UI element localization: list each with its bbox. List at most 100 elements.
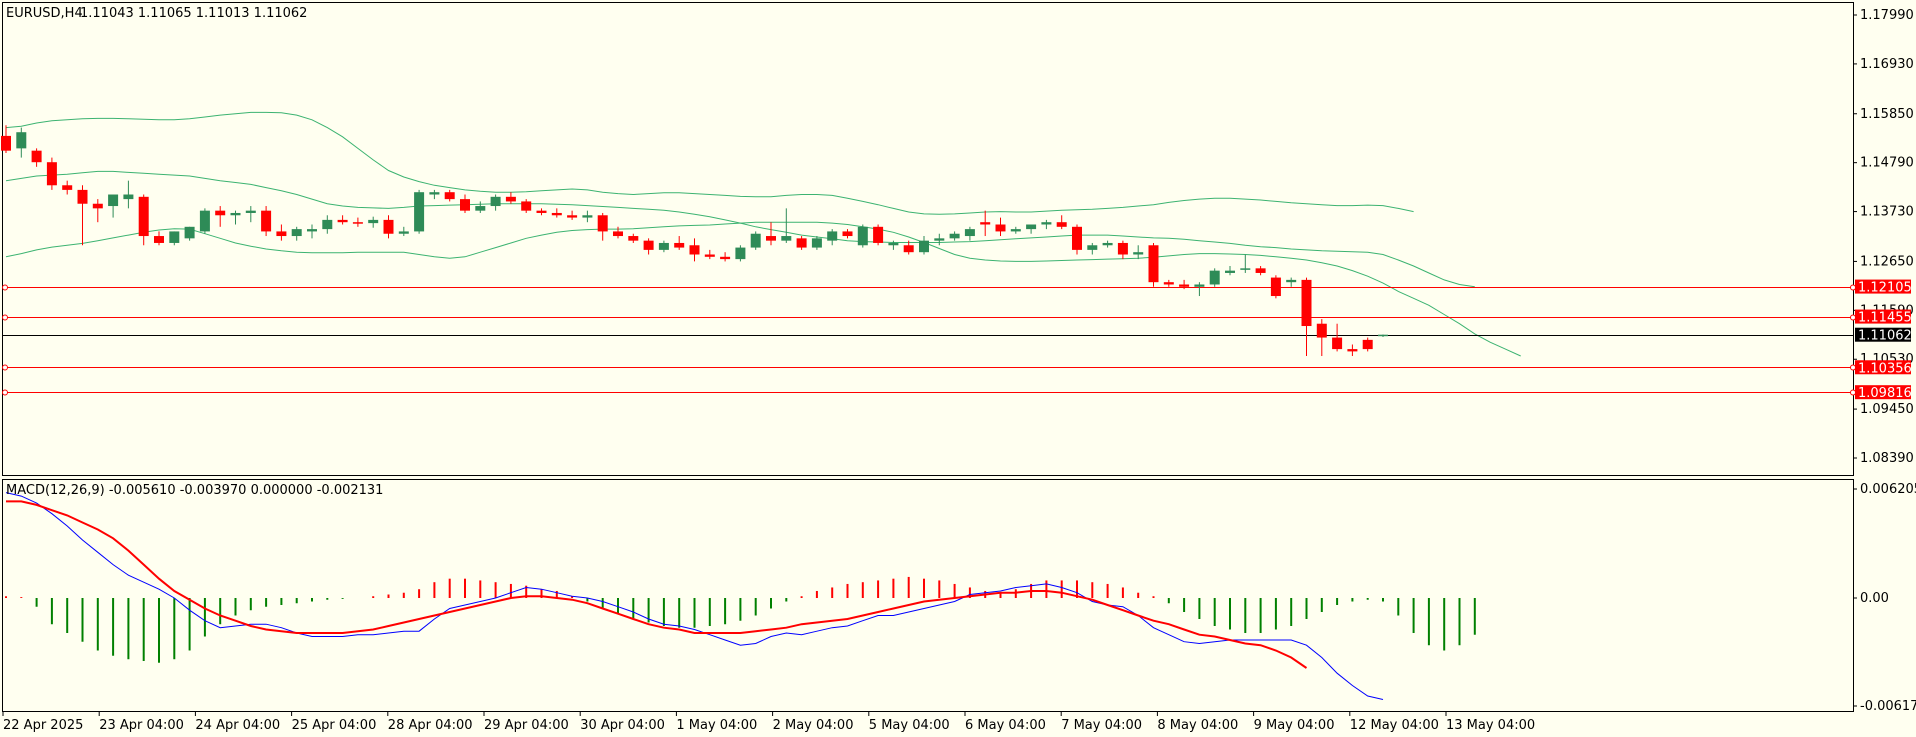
- candle: [827, 229, 838, 246]
- candle: [62, 180, 73, 195]
- candle: [1225, 266, 1235, 276]
- candle: [77, 185, 88, 246]
- level-handle-right-0[interactable]: [1850, 284, 1856, 291]
- candle: [1362, 337, 1373, 352]
- time-tick-label: 29 Apr 04:00: [484, 718, 569, 733]
- level-handle-right-2[interactable]: [1850, 364, 1856, 371]
- level-handle-left-3[interactable]: [2, 389, 8, 396]
- time-tick-label: 8 May 04:00: [1157, 718, 1238, 733]
- level-handle-left-1[interactable]: [2, 314, 8, 321]
- candle: [1056, 215, 1067, 230]
- candle: [383, 215, 394, 239]
- candle: [995, 217, 1006, 237]
- candle: [919, 236, 929, 255]
- candle: [1286, 277, 1297, 287]
- candle: [551, 208, 562, 218]
- candle: [1332, 323, 1343, 352]
- candle: [796, 236, 807, 250]
- price-tick-label: 1.09450: [1860, 402, 1914, 417]
- candle: [720, 252, 731, 262]
- candle: [444, 189, 455, 202]
- candle: [46, 157, 57, 190]
- candle: [1026, 224, 1037, 234]
- time-tick-label: 7 May 04:00: [1061, 718, 1142, 733]
- candle: [1347, 344, 1358, 357]
- candle: [582, 210, 593, 223]
- macd-tick-label: 0.00: [1860, 591, 1889, 606]
- candle: [949, 231, 960, 241]
- horizontal-levels[interactable]: [2, 284, 1856, 396]
- candle: [307, 224, 317, 239]
- time-tick-label: 5 May 04:00: [869, 718, 950, 733]
- macd-tick-label: -0.006173: [1860, 699, 1916, 714]
- candle: [16, 127, 27, 158]
- level-handle-left-2[interactable]: [2, 364, 8, 371]
- candle: [123, 180, 134, 209]
- candle: [750, 231, 761, 250]
- time-tick-label: 22 Apr 2025: [3, 718, 83, 733]
- time-axis: 22 Apr 2025 23 Apr 04:00 24 Apr 04:00 25 Ap…: [2, 711, 1535, 733]
- price-label-text: 1.09816: [1858, 386, 1912, 401]
- candle: [674, 236, 685, 250]
- price-tick-label: 1.16930: [1860, 57, 1914, 72]
- candle: [429, 189, 440, 200]
- candle: [1072, 224, 1082, 255]
- price-tick-label: 1.15850: [1860, 107, 1914, 122]
- candle: [658, 240, 669, 253]
- price-label-tag: 1.11062: [1855, 327, 1912, 344]
- candle: [291, 226, 302, 241]
- macd-axis: 0.006205 0.00 -0.006173: [1853, 482, 1916, 714]
- level-handle-left-0[interactable]: [2, 284, 8, 291]
- candle: [230, 210, 241, 225]
- candle: [842, 229, 853, 239]
- time-tick-label: 13 May 04:00: [1446, 718, 1535, 733]
- candle: [567, 210, 578, 220]
- candle: [766, 222, 776, 246]
- candle: [92, 199, 103, 223]
- candle: [1270, 275, 1281, 299]
- candle: [337, 215, 348, 225]
- candle: [31, 148, 42, 167]
- time-tick-label: 23 Apr 04:00: [99, 718, 184, 733]
- macd-lines: [5, 492, 1384, 700]
- candle: [1240, 254, 1251, 273]
- level-handle-right-1[interactable]: [1850, 314, 1856, 321]
- time-tick-label: 24 Apr 04:00: [195, 718, 280, 733]
- candle: [811, 236, 822, 250]
- chart-canvas[interactable]: 1.17990 1.16930 1.15850 1.14790 1.13730 1.126…: [0, 0, 1916, 737]
- candle: [597, 212, 608, 241]
- candle: [857, 224, 868, 248]
- price-tick-label: 1.12650: [1860, 254, 1914, 269]
- level-handle-right-3[interactable]: [1850, 389, 1856, 396]
- candle: [704, 249, 715, 260]
- candle: [1102, 240, 1113, 248]
- macd-line: [5, 492, 1384, 700]
- candle: [781, 208, 792, 243]
- candle: [980, 210, 991, 237]
- candle: [1209, 268, 1220, 287]
- candle: [628, 233, 639, 243]
- price-label-tag: 1.09816: [1855, 385, 1912, 401]
- time-tick-label: 12 May 04:00: [1350, 718, 1439, 733]
- candle: [414, 189, 425, 234]
- candle: [1163, 279, 1174, 287]
- candle: [964, 226, 975, 241]
- candle: [460, 194, 470, 213]
- candle: [1378, 334, 1388, 337]
- candle: [1087, 242, 1098, 255]
- macd-header: MACD(12,26,9) -0.005610 -0.003970 0.0000…: [6, 483, 383, 498]
- time-tick-label: 1 May 04:00: [676, 718, 757, 733]
- candle: [245, 206, 256, 223]
- time-tick-label: 9 May 04:00: [1254, 718, 1335, 733]
- candle: [199, 208, 210, 234]
- chart-header-ohlc: 1.11043 1.11065 1.11013 1.11062: [80, 6, 307, 21]
- time-tick-label: 28 Apr 04:00: [388, 718, 473, 733]
- price-tick-label: 1.13730: [1860, 205, 1914, 220]
- signal-line: [6, 500, 1308, 669]
- chart-header-symbol: EURUSD,H4: [6, 6, 83, 21]
- candle: [276, 224, 287, 241]
- candle: [1301, 277, 1312, 357]
- candle: [1133, 245, 1144, 260]
- candle: [536, 208, 547, 216]
- candle: [1117, 240, 1128, 260]
